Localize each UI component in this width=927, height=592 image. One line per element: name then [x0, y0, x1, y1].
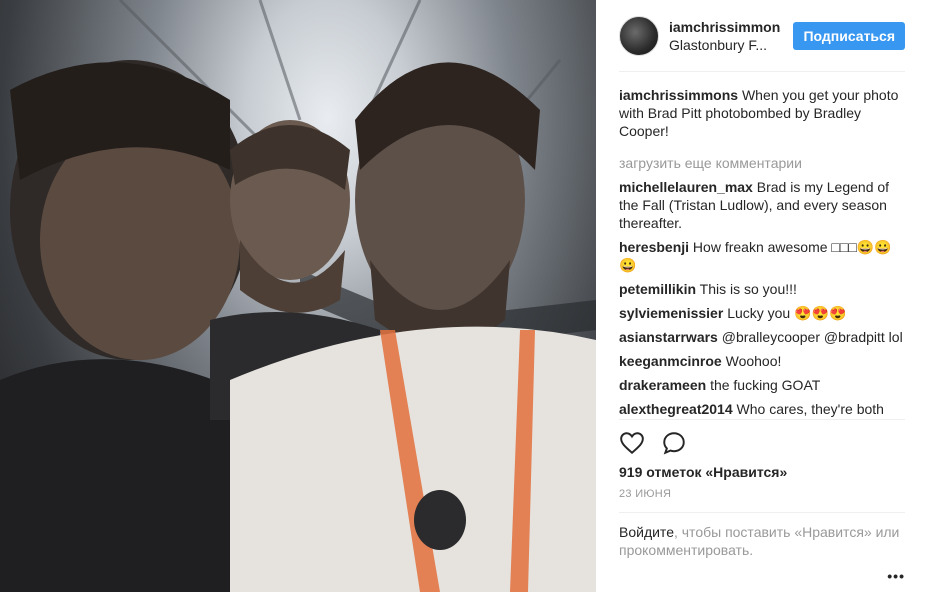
comment-item: alexthegreat2014 Who cares, they're both — [619, 400, 905, 418]
comment-username[interactable]: drakerameen — [619, 377, 706, 393]
caption-username[interactable]: iamchrissimmons — [619, 87, 738, 103]
comment-text: This is so you!!! — [699, 281, 797, 297]
post-photo[interactable] — [0, 0, 596, 592]
comment-username[interactable]: petemillikin — [619, 281, 696, 297]
comment-text: Lucky you 😍😍😍 — [727, 305, 847, 321]
comment-username[interactable]: heresbenji — [619, 239, 689, 255]
selfie-photo-illustration — [0, 0, 596, 592]
post-side-panel: iamchrissimmons Glastonbury F... Подписа… — [596, 0, 927, 592]
post-caption: iamchrissimmons When you get your photo … — [619, 86, 905, 140]
header-text: iamchrissimmons Glastonbury F... — [669, 18, 781, 54]
comments-list[interactable]: iamchrissimmons When you get your photo … — [619, 72, 905, 420]
post-header: iamchrissimmons Glastonbury F... Подписа… — [619, 0, 905, 72]
header-username[interactable]: iamchrissimmons — [669, 18, 781, 36]
comment-text: Who cares, they're both — [736, 401, 884, 417]
comment-item: heresbenji How freakn awesome □□□😀😀😀 — [619, 238, 905, 274]
comment-username[interactable]: asianstarrwars — [619, 329, 718, 345]
comment-text: @bralleycooper @bradpitt lol — [721, 329, 903, 345]
post-actions — [619, 430, 904, 456]
post-container: iamchrissimmons Glastonbury F... Подписа… — [0, 0, 927, 592]
header-location[interactable]: Glastonbury F... — [669, 36, 781, 54]
comment-text: Woohoo! — [725, 353, 782, 369]
login-prompt: Войдите, чтобы поставить «Нравится» или … — [619, 512, 905, 559]
comment-item: drakerameen the fucking GOAT — [619, 376, 905, 394]
follow-button[interactable]: Подписаться — [793, 21, 905, 50]
comment-text: the fucking GOAT — [710, 377, 821, 393]
comment-username[interactable]: michellelauren_max — [619, 179, 753, 195]
comment-item: michellelauren_max Brad is my Legend of … — [619, 178, 905, 232]
comment-item: keeganmcinroe Woohoo! — [619, 352, 905, 370]
comment-username[interactable]: alexthegreat2014 — [619, 401, 733, 417]
comment-bubble-icon[interactable] — [661, 430, 687, 456]
comment-username[interactable]: keeganmcinroe — [619, 353, 722, 369]
more-options-button[interactable]: ••• — [887, 568, 905, 584]
heart-icon[interactable] — [619, 430, 645, 456]
comment-item: sylviemenissier Lucky you 😍😍😍 — [619, 304, 905, 322]
post-date: 23 ИЮНЯ — [619, 488, 672, 500]
user-avatar[interactable] — [619, 15, 659, 56]
load-more-comments-link[interactable]: загрузить еще комментарии — [619, 154, 905, 172]
comment-item: asianstarrwars @bralleycooper @bradpitt … — [619, 328, 905, 346]
comment-item: petemillikin This is so you!!! — [619, 280, 905, 298]
comment-username[interactable]: sylviemenissier — [619, 305, 723, 321]
login-link[interactable]: Войдите — [619, 524, 674, 540]
likes-count[interactable]: 919 отметок «Нравится» — [619, 464, 904, 480]
